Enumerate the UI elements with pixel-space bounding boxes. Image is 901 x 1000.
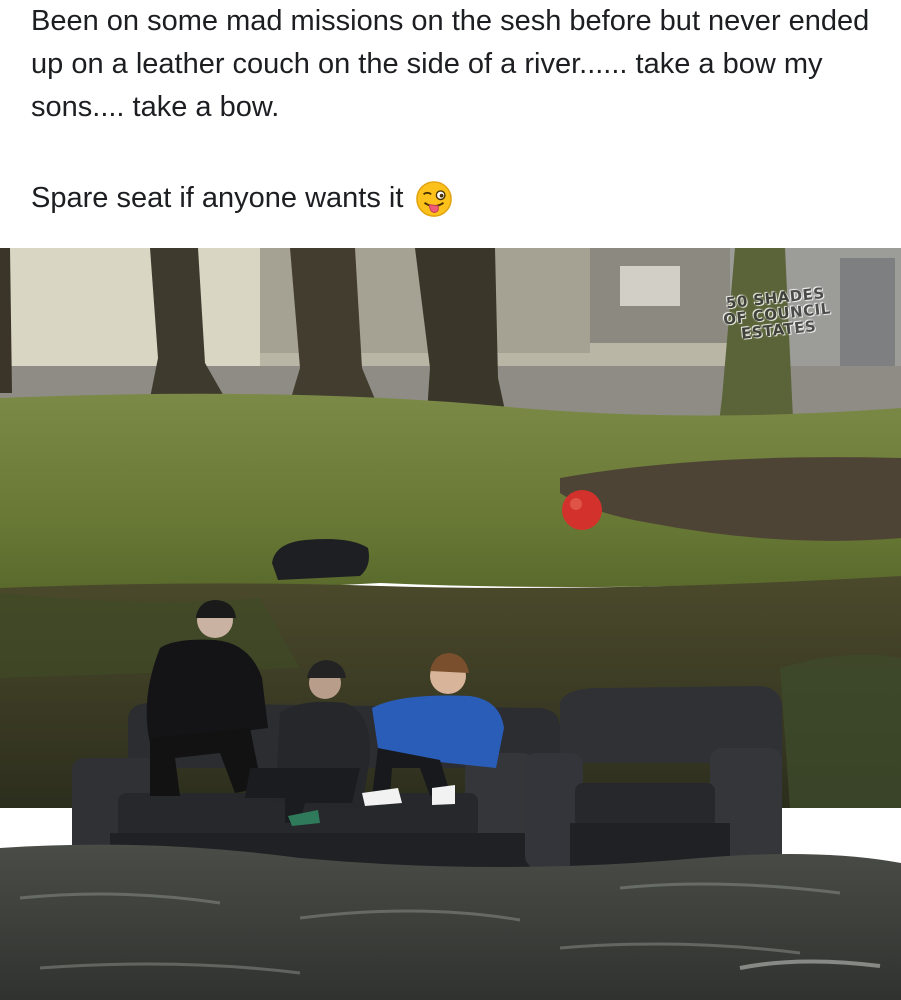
post-caption-second: Spare seat if anyone wants it: [31, 177, 871, 220]
post-photo[interactable]: 50 SHADES OF COUNCIL ESTATES: [0, 248, 901, 1000]
post-text: Been on some mad missions on the sesh be…: [31, 0, 871, 220]
post-caption-second-text: Spare seat if anyone wants it: [31, 182, 404, 214]
winking-face-with-tongue-icon: [416, 180, 453, 217]
river-couch-photo: [0, 248, 901, 1000]
post-caption: Been on some mad missions on the sesh be…: [31, 5, 870, 123]
